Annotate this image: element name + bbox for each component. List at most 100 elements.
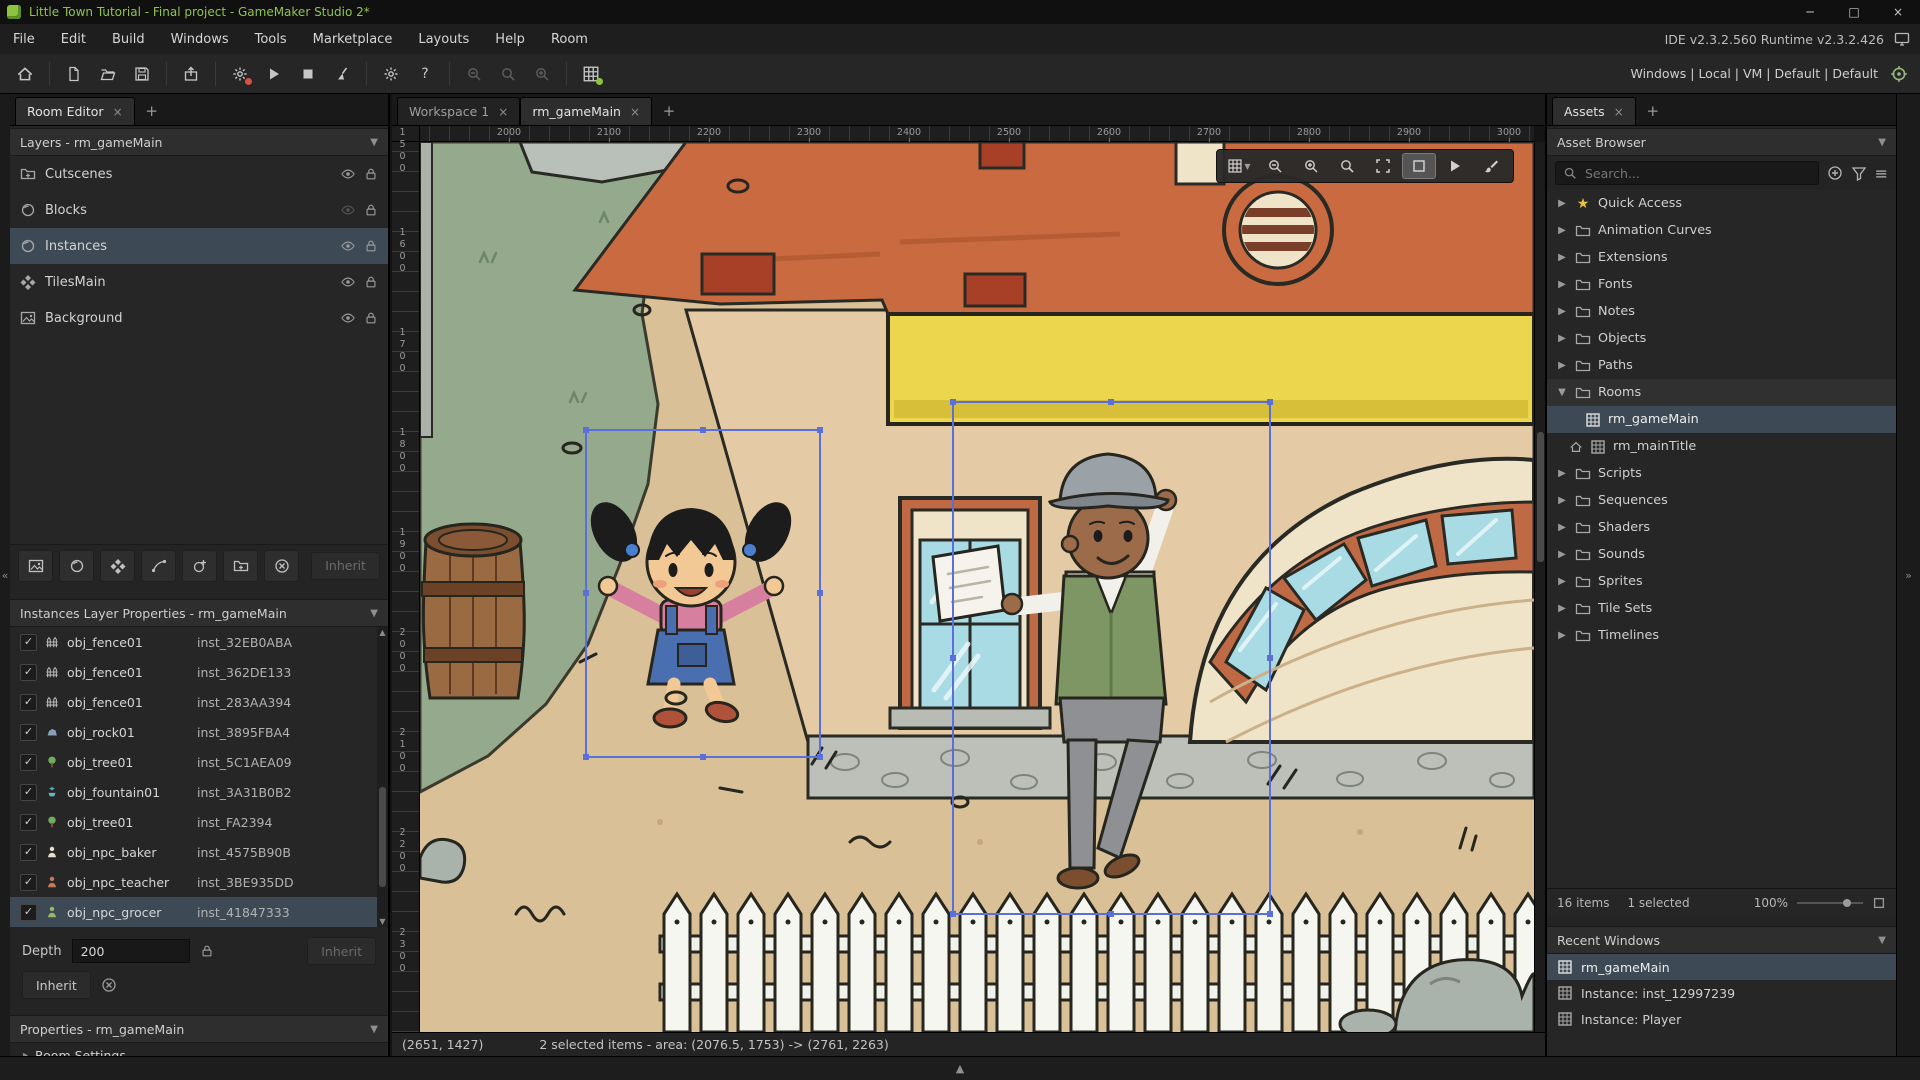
tree-item-sequences[interactable]: ▶ Sequences	[1547, 487, 1896, 514]
grid-view-icon[interactable]	[1872, 896, 1886, 910]
instance-list-scrollbar[interactable]: ▲ ▼	[377, 627, 388, 927]
tree-item-rm-maintitle[interactable]: rm_mainTitle	[1547, 433, 1896, 460]
instances-properties-header[interactable]: Instances Layer Properties - rm_gameMain…	[10, 599, 388, 627]
zoom-reset-button[interactable]	[491, 58, 525, 90]
recent-item-instance-player[interactable]: Instance: Player	[1547, 1006, 1896, 1032]
instance-checkbox[interactable]: ✓	[20, 663, 37, 681]
tree-item-objects[interactable]: ▶ Objects	[1547, 325, 1896, 352]
chevron-right-icon[interactable]: ▶	[1556, 495, 1568, 506]
filter-icon[interactable]	[1851, 165, 1867, 181]
layer-row-cutscenes[interactable]: Cutscenes	[10, 156, 388, 192]
tree-item-extensions[interactable]: ▶ Extensions	[1547, 244, 1896, 271]
tab-workspace-1[interactable]: Workspace 1 ×	[397, 97, 521, 125]
save-project-button[interactable]	[125, 58, 159, 90]
chevron-right-icon[interactable]: ▶	[1556, 549, 1568, 560]
add-asset-icon[interactable]	[1827, 165, 1843, 181]
instance-checkbox[interactable]: ✓	[20, 633, 37, 651]
instance-checkbox[interactable]: ✓	[20, 873, 37, 891]
menu-windows[interactable]: Windows	[158, 24, 242, 54]
instance-row[interactable]: ✓ obj_npc_baker inst_4575B90B	[10, 837, 388, 867]
recent-item-rm-gamemain[interactable]: rm_gameMain	[1547, 954, 1896, 980]
add-asset-layer-button[interactable]	[182, 549, 218, 582]
right-panel-collapse-handle[interactable]: »	[1896, 94, 1920, 1056]
room-settings-row[interactable]: ▸ Room Settings	[10, 1043, 388, 1057]
add-tab-button[interactable]: +	[1641, 99, 1665, 123]
zoom-out-button[interactable]	[457, 58, 491, 90]
chevron-right-icon[interactable]: ▶	[1556, 576, 1568, 587]
maximize-button[interactable]: □	[1832, 0, 1876, 24]
lock-icon[interactable]	[364, 167, 378, 181]
paint-mode-button[interactable]	[1474, 153, 1508, 179]
tab-rm-gamemain[interactable]: rm_gameMain ×	[520, 97, 653, 125]
instance-checkbox[interactable]: ✓	[20, 693, 37, 711]
stop-button[interactable]	[291, 58, 325, 90]
eye-icon[interactable]	[341, 239, 355, 253]
layout-windows-button[interactable]	[574, 58, 608, 90]
menu-edit[interactable]: Edit	[48, 24, 99, 54]
instance-row[interactable]: ✓ obj_fence01 inst_362DE133	[10, 657, 388, 687]
clean-button[interactable]	[325, 58, 359, 90]
close-tab-icon[interactable]: ×	[630, 105, 640, 119]
scroll-down-icon[interactable]: ▼	[377, 917, 388, 926]
chevron-right-icon[interactable]: ▶	[1556, 333, 1568, 344]
add-layer-folder-button[interactable]	[223, 549, 259, 582]
home-button[interactable]	[8, 58, 42, 90]
room-canvas[interactable]: ▼	[420, 142, 1534, 1032]
depth-input[interactable]	[71, 939, 190, 963]
recent-windows-header[interactable]: Recent Windows ▼	[1547, 926, 1896, 954]
new-project-button[interactable]	[57, 58, 91, 90]
tree-item-timelines[interactable]: ▶ Timelines	[1547, 622, 1896, 649]
layer-inherit-button[interactable]: Inherit	[22, 971, 91, 999]
canvas-zoom-out-button[interactable]	[1258, 153, 1292, 179]
help-button[interactable]: ?	[408, 58, 442, 90]
tree-item-rooms[interactable]: ▼ Rooms	[1547, 379, 1896, 406]
add-tab-button[interactable]: +	[140, 99, 164, 123]
chevron-right-icon[interactable]: ▶	[1556, 225, 1568, 236]
tab-assets[interactable]: Assets ×	[1552, 97, 1636, 125]
target-platform-label[interactable]: Windows | Local | VM | Default | Default	[1630, 66, 1878, 81]
zoom-in-button[interactable]	[525, 58, 559, 90]
lock-icon[interactable]	[364, 311, 378, 325]
add-path-layer-button[interactable]	[141, 549, 177, 582]
run-target-button[interactable]	[223, 58, 257, 90]
tree-item-sounds[interactable]: ▶ Sounds	[1547, 541, 1896, 568]
chevron-down-icon[interactable]: ▼	[1556, 387, 1568, 398]
instance-checkbox[interactable]: ✓	[20, 783, 37, 801]
instance-checkbox[interactable]: ✓	[20, 903, 37, 921]
chevron-right-icon[interactable]: ▶	[1556, 360, 1568, 371]
chevron-right-icon[interactable]: ▶	[1556, 252, 1568, 263]
close-tab-icon[interactable]: ×	[498, 105, 508, 119]
canvas-vertical-scrollbar[interactable]	[1534, 142, 1545, 1032]
layer-row-background[interactable]: Background	[10, 300, 388, 336]
add-tab-button[interactable]: +	[657, 99, 681, 123]
layer-row-instances[interactable]: Instances	[10, 228, 388, 264]
cancel-circle-icon[interactable]	[101, 977, 117, 993]
target-manager-icon[interactable]	[1890, 65, 1908, 83]
chevron-right-icon[interactable]: ▶	[1556, 468, 1568, 479]
grid-options-button[interactable]: ▼	[1222, 153, 1256, 179]
run-button[interactable]	[257, 58, 291, 90]
instance-checkbox[interactable]: ✓	[20, 753, 37, 771]
tab-room-editor[interactable]: Room Editor ×	[15, 97, 135, 125]
instance-row[interactable]: ✓ obj_npc_teacher inst_3BE935DD	[10, 867, 388, 897]
select-region-button[interactable]	[1402, 153, 1436, 179]
left-panel-collapse-handle[interactable]: «	[0, 94, 10, 1056]
zoom-slider[interactable]	[1797, 898, 1863, 907]
chevron-right-icon[interactable]: ▶	[1556, 603, 1568, 614]
layers-inherit-button[interactable]: Inherit	[311, 551, 380, 580]
instance-row[interactable]: ✓ obj_tree01 inst_5C1AEA09	[10, 747, 388, 777]
asset-browser-header[interactable]: Asset Browser ▼	[1547, 128, 1896, 156]
eye-off-icon[interactable]	[341, 203, 355, 217]
add-background-layer-button[interactable]	[18, 549, 54, 582]
depth-inherit-button[interactable]: Inherit	[307, 937, 376, 965]
menu-help[interactable]: Help	[482, 24, 538, 54]
instance-row-selected[interactable]: ✓ obj_npc_grocer inst_41847333	[10, 897, 388, 927]
menu-hamburger-icon[interactable]: ≡	[1875, 164, 1888, 183]
tree-item-tile-sets[interactable]: ▶ Tile Sets	[1547, 595, 1896, 622]
lock-icon[interactable]	[200, 944, 214, 958]
search-input[interactable]	[1583, 164, 1811, 182]
add-instance-layer-button[interactable]	[59, 549, 95, 582]
close-tab-icon[interactable]: ×	[1614, 105, 1624, 119]
scroll-up-icon[interactable]: ▲	[377, 628, 388, 637]
tree-item-sprites[interactable]: ▶ Sprites	[1547, 568, 1896, 595]
